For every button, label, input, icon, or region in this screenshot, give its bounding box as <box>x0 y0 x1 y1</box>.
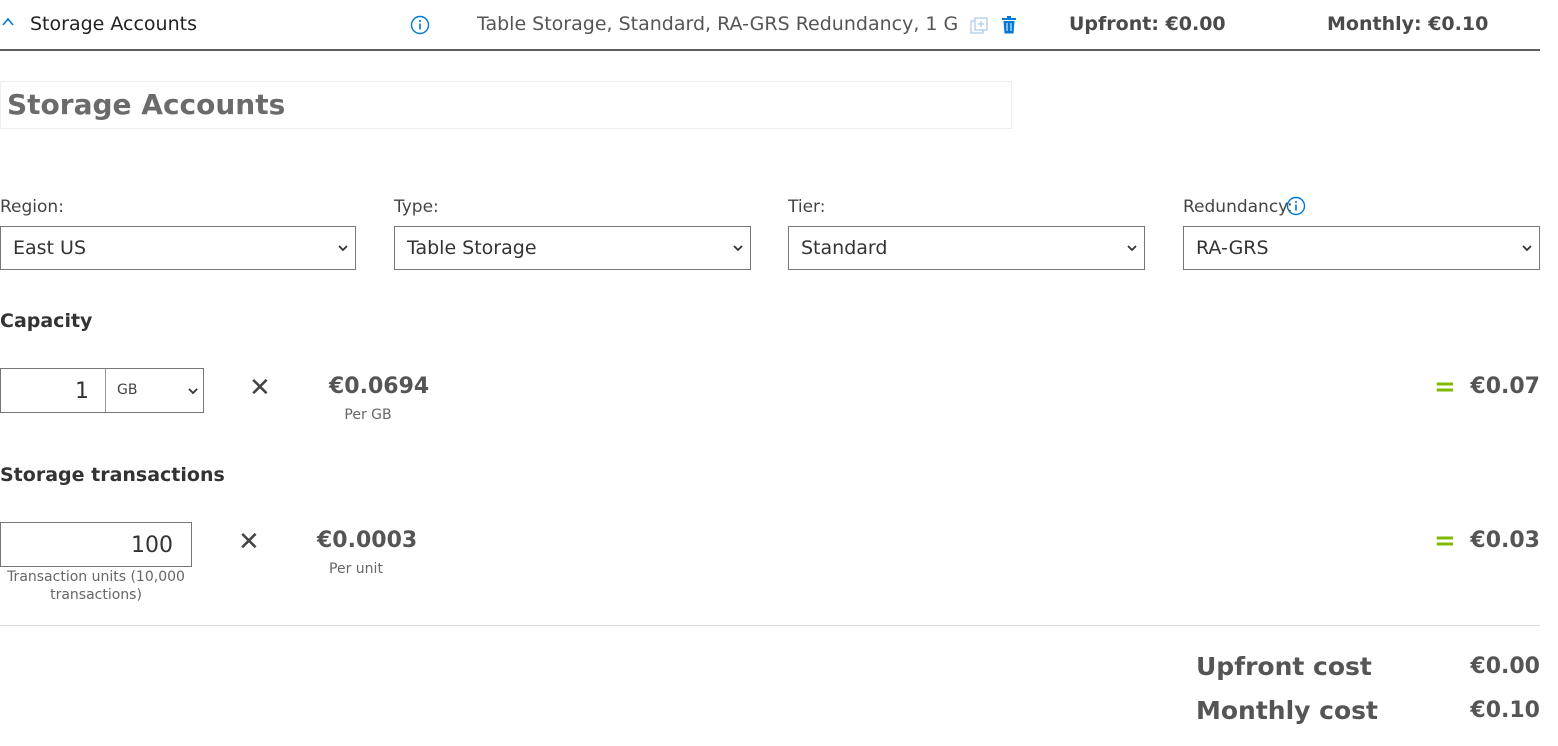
clone-icon[interactable] <box>970 17 988 35</box>
header-upfront-cost: Upfront: €0.00 <box>1069 13 1226 35</box>
header-divider <box>0 49 1540 51</box>
capacity-unit-select[interactable]: GB <box>105 369 204 412</box>
capacity-unit-price: €0.0694 <box>329 374 430 399</box>
chevron-down-icon <box>733 245 743 252</box>
info-icon[interactable] <box>1286 196 1306 216</box>
tier-select-value: Standard <box>801 237 888 259</box>
redundancy-label: Redundancy: <box>1183 197 1293 217</box>
equals-sign: = <box>1434 526 1456 556</box>
service-name-value: Storage Accounts <box>7 88 286 121</box>
type-label: Type: <box>394 197 439 217</box>
multiply-sign: ✕ <box>238 527 260 557</box>
totals-divider <box>0 625 1540 626</box>
upfront-cost-value: €0.00 <box>1470 654 1540 679</box>
capacity-result: €0.07 <box>1470 374 1540 399</box>
region-label: Region: <box>0 197 64 217</box>
header-monthly-cost: Monthly: €0.10 <box>1327 13 1489 35</box>
type-select-value: Table Storage <box>407 237 537 259</box>
capacity-quantity-value: 1 <box>75 379 89 404</box>
tier-select[interactable]: Standard <box>788 226 1145 270</box>
info-icon[interactable] <box>410 15 430 35</box>
transactions-result: €0.03 <box>1470 528 1540 553</box>
transactions-quantity-caption: Transaction units (10,000 transactions) <box>7 569 185 603</box>
monthly-cost-label: Monthly cost <box>1196 696 1378 725</box>
chevron-down-icon <box>1522 245 1532 252</box>
capacity-section-title: Capacity <box>0 310 93 332</box>
transactions-unit-price: €0.0003 <box>317 528 418 553</box>
capacity-unit-value: GB <box>117 382 138 398</box>
chevron-down-icon <box>1127 245 1137 252</box>
region-select[interactable]: East US <box>0 226 356 270</box>
transactions-section-title: Storage transactions <box>0 464 225 486</box>
type-select[interactable]: Table Storage <box>394 226 751 270</box>
redundancy-select-value: RA-GRS <box>1196 237 1269 259</box>
transactions-quantity-input[interactable]: 100 <box>0 522 192 567</box>
chevron-down-icon <box>188 388 198 395</box>
multiply-sign: ✕ <box>249 373 271 403</box>
collapse-toggle[interactable] <box>0 12 22 34</box>
upfront-cost-label: Upfront cost <box>1196 652 1372 681</box>
trash-icon[interactable] <box>1001 16 1017 34</box>
capacity-quantity-input[interactable]: 1 <box>1 369 105 412</box>
equals-sign: = <box>1434 372 1456 402</box>
transactions-price-unit: Per unit <box>329 561 383 577</box>
chevron-up-icon <box>2 17 14 26</box>
tier-label: Tier: <box>788 197 826 217</box>
monthly-cost-value: €0.10 <box>1470 698 1540 723</box>
capacity-price-unit: Per GB <box>344 407 392 423</box>
chevron-down-icon <box>338 245 348 252</box>
region-select-value: East US <box>13 237 87 259</box>
redundancy-select[interactable]: RA-GRS <box>1183 226 1540 270</box>
capacity-quantity-group: 1 GB <box>0 368 204 413</box>
estimate-summary: Table Storage, Standard, RA-GRS Redundan… <box>477 13 957 35</box>
transactions-quantity-value: 100 <box>131 533 173 558</box>
estimate-item-title[interactable]: Storage Accounts <box>30 13 197 35</box>
